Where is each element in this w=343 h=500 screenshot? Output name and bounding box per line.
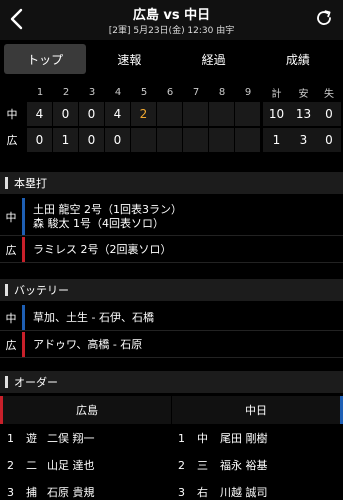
- total-hits-header: 安: [298, 88, 309, 100]
- section-marker: [5, 284, 8, 296]
- inning-score: 4: [105, 102, 131, 126]
- total-errors: 0: [317, 128, 341, 152]
- game-subtitle: [2軍] 5月23日(金) 12:30 由宇: [108, 26, 235, 36]
- total-runs-header: 計: [271, 88, 282, 100]
- homerun-row-hiroshima: 広 ラミレス 2号（2回裏ソロ）: [0, 237, 343, 263]
- inning-header: 8: [218, 86, 226, 98]
- position: 捕: [26, 486, 37, 499]
- total-runs: 1: [263, 128, 290, 152]
- total-errors-header: 失: [324, 88, 334, 100]
- homerun-entry: 森 駿太 1号（4回表ソロ）: [33, 216, 164, 230]
- total-hits: 3: [290, 128, 317, 152]
- inning-score: [157, 128, 183, 152]
- order-row: 1 遊 二俣 翔一 1 中 尾田 剛樹: [0, 426, 343, 450]
- scoreboard-header: 1 2 3 4 5 6 7 8 9 計 安 失: [0, 82, 343, 102]
- batting-order-number: 3: [7, 485, 14, 499]
- position: 三: [197, 459, 208, 472]
- inning-score: 0: [79, 102, 105, 126]
- inning-header: 5: [140, 86, 148, 98]
- inning-score: [209, 102, 235, 126]
- battery-section-header: バッテリー: [0, 279, 343, 301]
- homerun-row-chunichi: 中 土田 龍空 2号（1回表3ラン） 森 駿太 1号（4回表ソロ）: [0, 198, 343, 236]
- inning-score: 0: [53, 102, 79, 126]
- inning-header: 4: [114, 86, 122, 98]
- inning-score-current: 2: [131, 102, 157, 126]
- total-hits: 13: [290, 102, 317, 126]
- batting-order-number: 1: [178, 431, 185, 445]
- scoreboard: 1 2 3 4 5 6 7 8 9 計 安 失 中 4 0 0 4 2 10 1…: [0, 82, 343, 152]
- team-label: 中: [5, 210, 17, 224]
- tab-stats[interactable]: 成績: [257, 44, 339, 74]
- inning-header: 1: [36, 86, 44, 98]
- team-label: 中: [6, 108, 18, 121]
- batting-order-number: 2: [178, 458, 185, 472]
- player-name[interactable]: 二俣 翔一: [47, 426, 95, 450]
- inning-score: 1: [53, 128, 79, 152]
- app-header: 広島 vs 中日 [2軍] 5月23日(金) 12:30 由宇: [0, 0, 343, 40]
- refresh-icon[interactable]: [315, 9, 333, 27]
- order-away-team-header: 中日: [172, 396, 343, 424]
- total-errors: 0: [317, 102, 341, 126]
- inning-header: 2: [62, 86, 70, 98]
- order-row: 3 捕 石原 貴規 3 右 川越 誠司: [0, 480, 343, 500]
- homerun-entry: 土田 龍空 2号（1回表3ラン）: [33, 202, 182, 216]
- position: 二: [26, 459, 37, 472]
- battery-text: 草加、土生 - 石伊、石橋: [33, 310, 154, 324]
- position: 中: [197, 432, 208, 445]
- batting-order-number: 2: [7, 458, 14, 472]
- inning-score: [235, 128, 261, 152]
- section-title: 本塁打: [14, 177, 47, 190]
- section-title: バッテリー: [14, 284, 69, 297]
- inning-score: [183, 102, 209, 126]
- batting-order-number: 1: [7, 431, 14, 445]
- player-name[interactable]: 川越 誠司: [220, 480, 268, 500]
- total-runs: 10: [263, 102, 290, 126]
- inning-header: 7: [192, 86, 200, 98]
- player-name[interactable]: 福永 裕基: [220, 453, 268, 477]
- tab-progress[interactable]: 経過: [173, 44, 255, 74]
- scoreboard-row-hiroshima: 広 0 1 0 0 1 3 0: [0, 128, 343, 152]
- inning-header: 9: [244, 86, 252, 98]
- scoreboard-row-chunichi: 中 4 0 0 4 2 10 13 0: [0, 102, 343, 126]
- team-label: 広: [5, 243, 17, 257]
- battery-row-chunichi: 中 草加、土生 - 石伊、石橋: [0, 305, 343, 331]
- position: 遊: [26, 432, 37, 445]
- inning-score: [157, 102, 183, 126]
- tab-live[interactable]: 速報: [88, 44, 170, 74]
- inning-score: 4: [27, 102, 53, 126]
- player-name[interactable]: 尾田 剛樹: [220, 426, 268, 450]
- inning-score: [235, 102, 261, 126]
- homerun-entry: ラミレス 2号（2回裏ソロ）: [33, 242, 172, 256]
- inning-score: [183, 128, 209, 152]
- order-home-team-header: 広島: [0, 396, 171, 424]
- inning-score: 0: [27, 128, 53, 152]
- battery-row-hiroshima: 広 アドゥワ、高橋 - 石原: [0, 332, 343, 358]
- player-name[interactable]: 山足 達也: [47, 453, 95, 477]
- game-title: 広島 vs 中日: [132, 8, 211, 23]
- inning-header: 3: [88, 86, 96, 98]
- section-marker: [5, 376, 8, 388]
- section-marker: [5, 177, 8, 189]
- section-title: オーダー: [14, 376, 58, 389]
- batting-order-number: 3: [178, 485, 185, 499]
- homerun-section-header: 本塁打: [0, 172, 343, 194]
- inning-score: 0: [79, 128, 105, 152]
- homerun-lines: 土田 龍空 2号（1回表3ラン） 森 駿太 1号（4回表ソロ）: [25, 203, 182, 231]
- player-name[interactable]: 石原 貴規: [47, 480, 95, 500]
- team-label: 中: [5, 311, 17, 325]
- inning-score: [209, 128, 235, 152]
- order-row: 2 二 山足 達也 2 三 福永 裕基: [0, 453, 343, 477]
- inning-header: 6: [166, 86, 174, 98]
- order-section-header: オーダー: [0, 371, 343, 393]
- battery-text: アドゥワ、高橋 - 石原: [33, 337, 143, 351]
- inning-score: 0: [105, 128, 131, 152]
- tab-bar: トップ 速報 経過 成績: [0, 44, 343, 74]
- team-label: 広: [6, 134, 18, 147]
- tab-top[interactable]: トップ: [4, 44, 87, 74]
- position: 右: [197, 486, 208, 499]
- inning-score: [131, 128, 157, 152]
- team-label: 広: [5, 338, 17, 352]
